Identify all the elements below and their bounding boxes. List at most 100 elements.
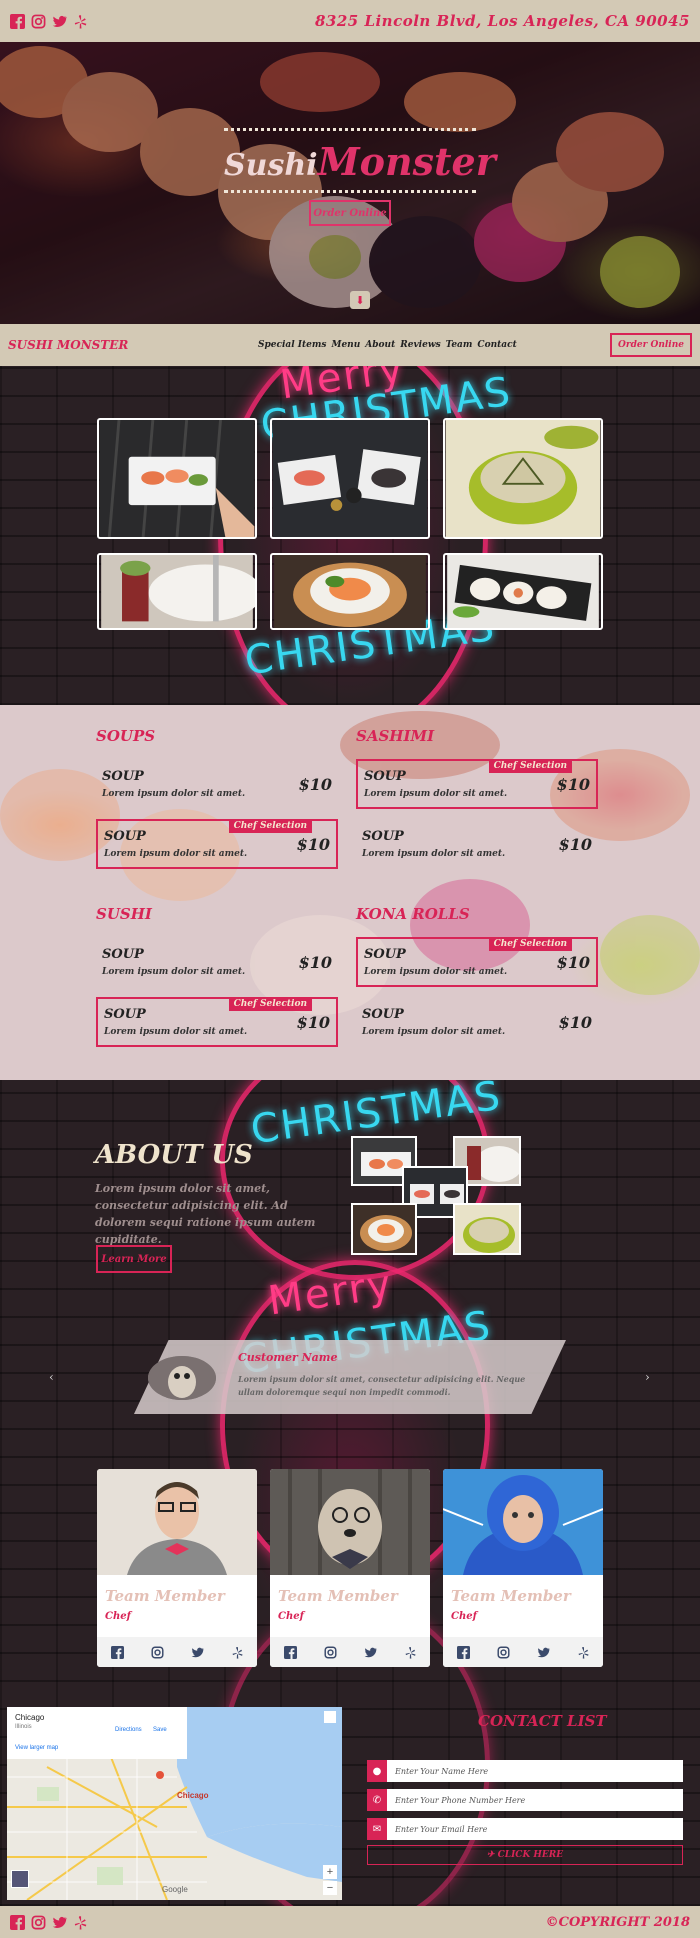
team-member-role: Chef [105,1611,131,1622]
name-input[interactable] [387,1760,683,1782]
email-field: ✉ [367,1818,683,1840]
map-state: Illinois [15,1724,32,1730]
phone-field: ✆ [367,1789,683,1811]
yelp-icon[interactable] [231,1646,244,1659]
learn-more-button[interactable]: Learn More [96,1245,172,1273]
map-directions-link[interactable]: Directions [115,1727,142,1733]
menu-heading-sushi: SUSHI [96,905,152,923]
zoom-in-icon[interactable]: + [323,1865,337,1879]
scroll-down-icon[interactable]: ⬇ [350,291,370,309]
team-social-links [443,1637,603,1667]
yelp-icon[interactable] [73,14,88,29]
team-member-role: Chef [451,1611,477,1622]
facebook-icon[interactable] [283,1645,297,1659]
about-thumb-platter[interactable] [351,1203,417,1255]
nav-order-button[interactable]: Order Online [610,333,692,357]
menu-item-desc: Lorem ipsum dolor sit amet. [364,967,508,977]
menu-item-desc: Lorem ipsum dolor sit amet. [102,967,246,977]
team-social-links [270,1637,430,1667]
menu-item-selected[interactable]: Chef Selection SOUP Lorem ipsum dolor si… [356,759,598,809]
team-photo-hood [443,1469,603,1575]
twitter-icon[interactable] [52,14,67,29]
nav-link-reviews[interactable]: Reviews [400,340,440,350]
name-field: ● [367,1760,683,1782]
facebook-icon[interactable] [10,1914,25,1930]
menu-item-selected[interactable]: Chef Selection SOUP Lorem ipsum dolor si… [96,819,338,869]
gallery-image-sashimi[interactable] [270,418,430,539]
nav-link-menu[interactable]: Menu [331,340,360,350]
menu-item[interactable]: SOUP Lorem ipsum dolor sit amet. $10 [96,939,338,989]
hero-title-small: Sushi [224,148,318,183]
twitter-icon[interactable] [52,1915,67,1930]
menu-item-name: SOUP [102,769,144,784]
nav-link-team[interactable]: Team [446,340,473,350]
instagram-icon[interactable] [496,1645,510,1659]
menu-item-desc: Lorem ipsum dolor sit amet. [104,849,248,859]
instagram-icon[interactable] [31,1915,46,1930]
google-map[interactable]: Chicago Illinois View larger map Directi… [7,1707,342,1900]
twitter-icon[interactable] [537,1646,550,1659]
map-larger-link[interactable]: View larger map [15,1745,58,1751]
map-type-toggle[interactable] [11,1870,29,1888]
menu-item[interactable]: SOUP Lorem ipsum dolor sit amet. $10 [356,821,598,871]
team-card: Team Member Chef [443,1469,603,1667]
carousel-prev-icon[interactable]: ‹ [49,1370,54,1384]
team-member-name: Team Member [105,1587,225,1605]
address: 8325 Lincoln Blvd, Los Angeles, CA 90045 [314,12,690,30]
contact-title: CONTACT LIST [478,1712,607,1730]
nav-link-special-items[interactable]: Special Items [258,340,326,350]
map-save-link[interactable]: Save [153,1727,167,1733]
menu-section: SOUPS SOUP Lorem ipsum dolor sit amet. $… [0,705,700,1080]
menu-item-selected[interactable]: Chef Selection SOUP Lorem ipsum dolor si… [96,997,338,1047]
instagram-icon[interactable] [31,14,46,29]
hero-order-button[interactable]: Order Online [309,200,391,226]
yelp-icon[interactable] [577,1646,590,1659]
menu-item[interactable]: SOUP Lorem ipsum dolor sit amet. $10 [356,999,598,1049]
carousel-next-icon[interactable]: › [645,1370,650,1384]
twitter-icon[interactable] [364,1646,377,1659]
yelp-icon[interactable] [404,1646,417,1659]
team-member-name: Team Member [278,1587,398,1605]
about-thumb-bowl[interactable] [453,1203,521,1255]
pegman-icon[interactable] [324,1711,336,1723]
menu-item-price: $10 [298,775,332,794]
facebook-icon[interactable] [10,13,25,29]
brand-logo[interactable]: SUSHI MONSTER [8,338,258,352]
menu-item-name: SOUP [104,829,146,844]
twitter-icon[interactable] [191,1646,204,1659]
gallery-image-green-bowl[interactable] [443,418,603,539]
instagram-icon[interactable] [150,1645,164,1659]
top-bar: 8325 Lincoln Blvd, Los Angeles, CA 90045 [0,0,700,42]
menu-item[interactable]: SOUP Lorem ipsum dolor sit amet. $10 [96,761,338,811]
hero-title-big: Monster [317,139,496,184]
testimonial-name: Customer Name [238,1351,338,1364]
testimonial-text: Lorem ipsum dolor sit amet, consectetur … [238,1374,526,1397]
gallery-image-sushi-plate[interactable] [97,418,257,539]
submit-button[interactable]: ✈ CLICK HERE [367,1845,683,1865]
phone-input[interactable] [387,1789,683,1811]
gallery-image-rolls[interactable] [443,553,603,630]
gallery-image-platter[interactable] [270,553,430,630]
facebook-icon[interactable] [456,1645,470,1659]
gallery-image-drink[interactable] [97,553,257,630]
instagram-icon[interactable] [323,1645,337,1659]
menu-item-name: SOUP [102,947,144,962]
facebook-icon[interactable] [110,1645,124,1659]
menu-item-desc: Lorem ipsum dolor sit amet. [362,1027,506,1037]
nav-link-contact[interactable]: Contact [477,340,516,350]
team-photo-man [97,1469,257,1575]
yelp-icon[interactable] [73,1915,88,1930]
team-card: Team Member Chef [97,1469,257,1667]
menu-item-price: $10 [556,953,590,972]
submit-label: CLICK HERE [497,1850,564,1860]
map-info-card: Chicago Illinois View larger map Directi… [7,1707,187,1759]
zoom-out-icon[interactable]: − [323,1881,337,1895]
nav-link-about[interactable]: About [365,340,395,350]
team-card: Team Member Chef [270,1469,430,1667]
team-member-name: Team Member [451,1587,571,1605]
menu-heading-soups: SOUPS [96,727,156,745]
menu-item-name: SOUP [364,769,406,784]
email-input[interactable] [387,1818,683,1840]
menu-item-selected[interactable]: Chef Selection SOUP Lorem ipsum dolor si… [356,937,598,987]
menu-item-name: SOUP [362,1007,404,1022]
